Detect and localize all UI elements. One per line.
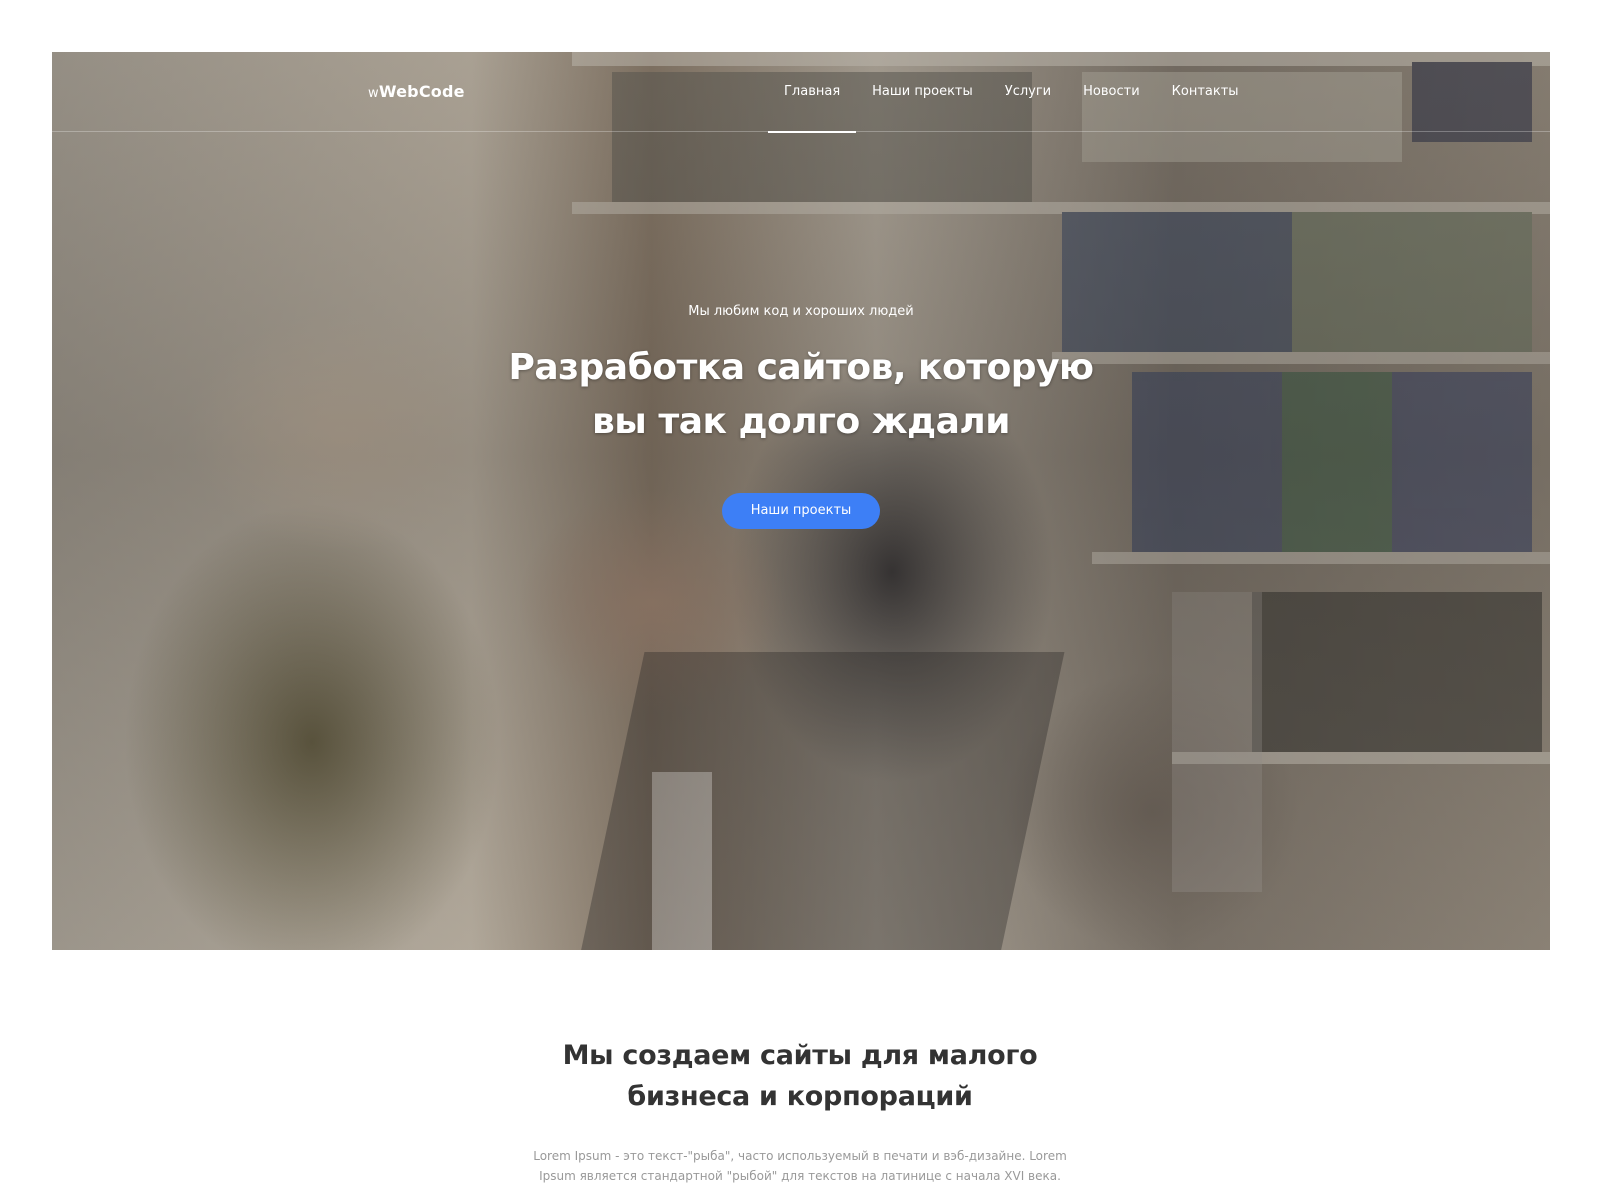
menu-item-news[interactable]: Новости [1067, 52, 1156, 132]
main-menu: Главная Наши проекты Услуги Новости Конт… [768, 52, 1255, 133]
hero-subtitle: Мы любим код и хороших людей [688, 304, 914, 319]
menu-item-home[interactable]: Главная [768, 52, 857, 133]
logo-prefix: w [368, 86, 379, 101]
menu-item-contacts[interactable]: Контакты [1156, 52, 1255, 132]
logo-text: WebCode [378, 82, 465, 101]
hero-content: Мы любим код и хороших людей Разработка … [52, 304, 1550, 529]
about-title-line-1: Мы создаем сайты для малого [562, 1040, 1038, 1071]
about-text: Lorem Ipsum - это текст-"рыба", часто ис… [533, 1149, 1067, 1183]
hero-title: Разработка сайтов, которую вы так долго … [52, 341, 1550, 449]
top-navigation: wWebCode Главная Наши проекты Услуги Нов… [52, 52, 1550, 133]
projects-button[interactable]: Наши проекты [721, 493, 881, 529]
hero-section: wWebCode Главная Наши проекты Услуги Нов… [52, 52, 1550, 950]
logo[interactable]: wWebCode [368, 82, 465, 101]
about-title: Мы создаем сайты для малого бизнеса и ко… [0, 1035, 1600, 1117]
about-title-line-2: бизнеса и корпораций [627, 1081, 973, 1112]
menu-item-services[interactable]: Услуги [989, 52, 1067, 132]
hero-title-line-1: Разработка сайтов, которую [508, 347, 1094, 388]
menu-item-projects[interactable]: Наши проекты [856, 52, 989, 132]
about-section: Мы создаем сайты для малого бизнеса и ко… [0, 1035, 1600, 1186]
hero-title-line-2: вы так долго ждали [591, 401, 1011, 442]
